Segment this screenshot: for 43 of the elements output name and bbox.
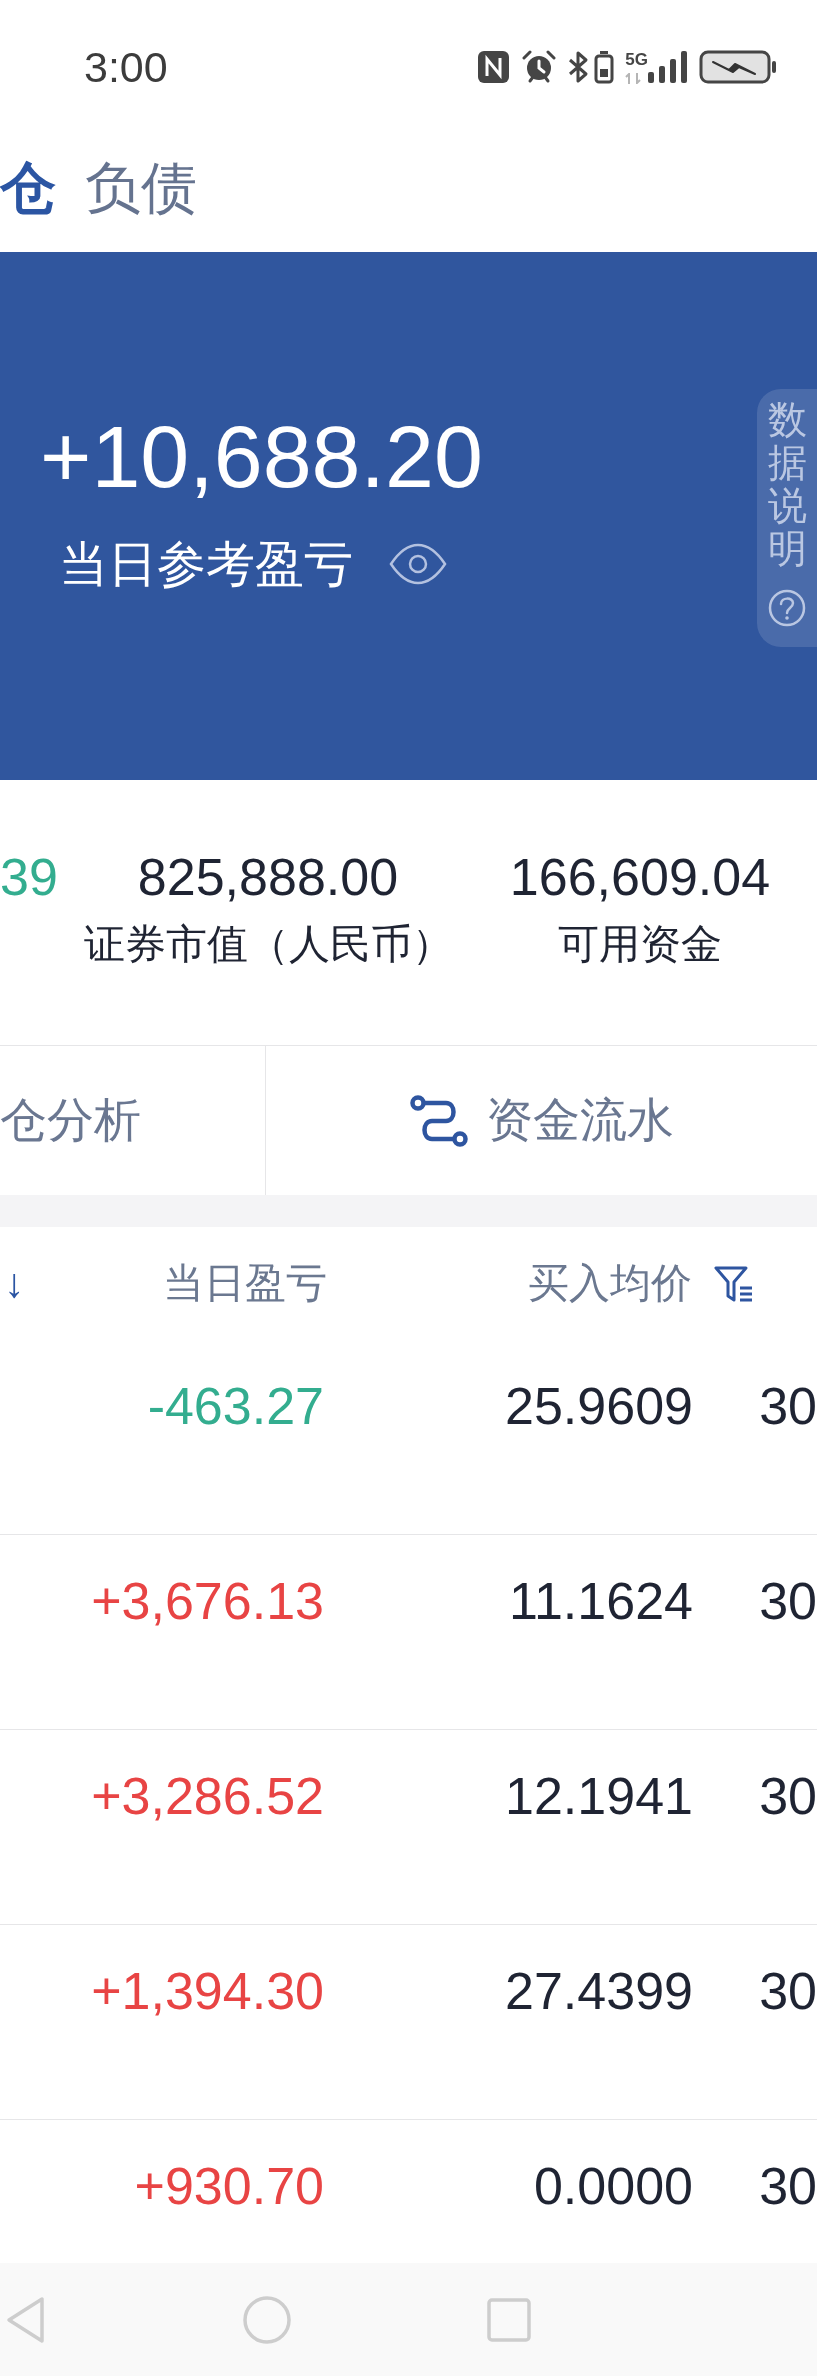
daily-pnl-total: +10,688.20	[40, 413, 483, 501]
data-arrows-icon	[625, 72, 642, 84]
small-battery-icon	[594, 50, 615, 84]
column-header[interactable]: 当日盈亏	[163, 1258, 330, 1309]
table-cell-text: 30	[759, 2156, 817, 2217]
network-type: 5G	[625, 50, 648, 69]
stat-label: 可用资金	[558, 920, 722, 970]
stat-value: 825,888.00	[137, 847, 399, 908]
data-info-tab[interactable]: 数据说明	[757, 389, 817, 647]
back-icon[interactable]	[5, 2295, 45, 2344]
table-cell-text: 30	[759, 1766, 817, 1827]
status-time: 3:00	[84, 45, 168, 89]
avg-price-cell-text: 25.9609	[505, 1376, 694, 1437]
daily-pnl-label: 当日参考盈亏	[59, 536, 353, 593]
help-icon	[768, 588, 806, 627]
tab[interactable]: 负债	[85, 155, 197, 221]
daily-pnl-cell-text: +930.70	[134, 2156, 325, 2217]
eye-icon[interactable]	[389, 543, 447, 586]
stat-value: 166,609.04	[509, 847, 771, 908]
action-button[interactable]: 资金流水	[266, 1046, 817, 1195]
column-header[interactable]: ↓	[0, 1258, 25, 1309]
daily-pnl-cell-text: -463.27	[147, 1376, 325, 1437]
avg-price-cell-text: 0.0000	[533, 2156, 694, 2217]
stat-value: 39	[0, 847, 58, 908]
avg-price-cell-text: 27.4399	[505, 1961, 694, 2022]
signal-icon	[648, 51, 688, 83]
nfc-icon	[478, 51, 510, 83]
column-header[interactable]: 买入均价	[528, 1258, 700, 1309]
flow-path-icon	[409, 1094, 468, 1147]
alarm-icon	[522, 50, 557, 84]
daily-pnl-cell-text: +3,286.52	[91, 1766, 325, 1827]
daily-pnl-cell-text: +1,394.30	[91, 1961, 325, 2022]
stat-label: 证券市值（人民币）	[83, 920, 453, 970]
home-icon[interactable]	[243, 2295, 291, 2344]
daily-pnl-cell-text: +3,676.13	[91, 1571, 325, 1632]
tab[interactable]: 仓	[0, 155, 56, 221]
table-cell-text: 30	[759, 1376, 817, 1437]
table-cell-text: 30	[759, 1961, 817, 2022]
avg-price-cell-text: 11.1624	[508, 1571, 694, 1632]
avg-price-cell-text: 12.1941	[505, 1766, 694, 1827]
table-cell-text: 30	[759, 1571, 817, 1632]
recents-icon[interactable]	[487, 2297, 531, 2342]
battery-charging-icon	[699, 50, 777, 84]
